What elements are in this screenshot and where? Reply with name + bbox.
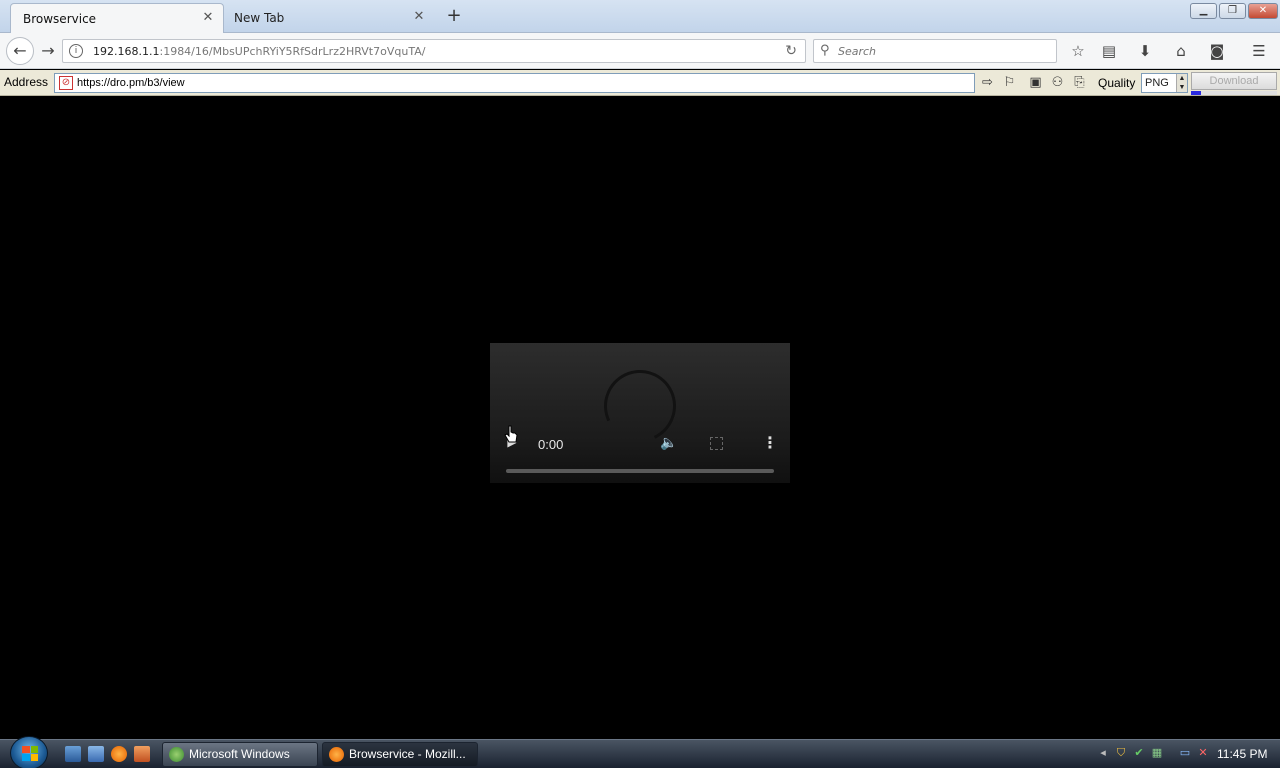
download-progress-fill	[1191, 91, 1202, 95]
network-icon[interactable]: ▦	[1150, 746, 1164, 760]
address-label: Address	[4, 75, 49, 89]
pocket-icon[interactable]: ◙	[1207, 41, 1227, 61]
volume-icon[interactable]: 🔈	[660, 435, 677, 451]
new-tab-button[interactable]: +	[444, 6, 464, 26]
taskbar-button-microsoft-windows[interactable]: Microsoft Windows	[162, 742, 318, 767]
time-display: 0:00	[538, 437, 564, 452]
bookmarks-library-icon[interactable]: ▤	[1099, 41, 1119, 61]
show-desktop-icon[interactable]	[65, 746, 81, 762]
quality-label: Quality	[1098, 76, 1136, 90]
find-binoculars-icon[interactable]: ⚇	[1048, 74, 1067, 92]
close-icon[interactable]: ✕	[201, 11, 215, 25]
tab-label: New Tab	[234, 11, 285, 25]
address-input[interactable]	[77, 75, 957, 91]
close-window-button[interactable]: ✕	[1248, 3, 1278, 19]
firefox-icon	[329, 747, 344, 762]
forward-button[interactable]: →	[38, 40, 58, 62]
download-button[interactable]: Download	[1191, 72, 1277, 90]
system-tray: ◂ ⛉ ✔ ▦ ▭ ✕ 11:45 PM	[1094, 740, 1280, 768]
quality-select[interactable]: PNG ▲ ▼	[1141, 73, 1188, 93]
insecure-icon: ⊘	[59, 76, 73, 90]
bookmark-star-icon[interactable]: ☆	[1068, 41, 1088, 61]
minimize-button[interactable]: ▁	[1190, 3, 1217, 19]
hamburger-menu-icon[interactable]: ☰	[1249, 41, 1269, 61]
download-progress-bar	[1191, 91, 1277, 95]
home-icon[interactable]: ⌂	[1171, 41, 1191, 61]
taskbar-button-label: Microsoft Windows	[189, 747, 290, 761]
windows-logo-icon	[22, 746, 38, 761]
start-button[interactable]	[10, 736, 48, 768]
hand-cursor-icon	[504, 425, 518, 443]
browser-tab-strip: Browservice ✕ New Tab ✕ + ▁ ❐ ✕	[0, 0, 1280, 33]
windows-app-icon	[169, 747, 184, 762]
address-field[interactable]: ⊘	[54, 73, 975, 93]
chevron-left-icon[interactable]: ◂	[1096, 746, 1110, 760]
display-icon[interactable]: ▭	[1178, 746, 1192, 760]
search-icon: ⚲	[820, 43, 830, 58]
url-path: :1984/16/MbsUPchRYiY5RfSdrLrz2HRVt7oVquT…	[159, 44, 426, 58]
video-player[interactable]: ▶ 0:00 🔈 ⋮	[490, 343, 790, 483]
tab-new-tab[interactable]: New Tab ✕	[222, 3, 434, 33]
tab-label: Browservice	[23, 11, 97, 26]
more-options-icon[interactable]: ⋮	[762, 435, 778, 451]
quality-value: PNG	[1145, 77, 1169, 89]
reload-icon[interactable]: ↻	[785, 43, 797, 59]
security-shield-icon[interactable]: ⛉	[1114, 746, 1128, 760]
desktop-screen: Browservice ✕ New Tab ✕ + ▁ ❐ ✕ ← → i 19…	[0, 0, 1280, 768]
fullscreen-icon[interactable]	[710, 437, 723, 450]
url-bar[interactable]: i 192.168.1.1:1984/16/MbsUPchRYiY5RfSdrL…	[62, 39, 806, 63]
navigation-toolbar: ← → i 192.168.1.1:1984/16/MbsUPchRYiY5Rf…	[0, 33, 1280, 69]
firefox-icon[interactable]	[111, 746, 127, 762]
system-clock[interactable]: 11:45 PM	[1217, 747, 1267, 761]
volume-muted-icon[interactable]: ✕	[1196, 746, 1210, 760]
switch-windows-icon[interactable]	[88, 746, 104, 762]
browservice-address-toolbar: Address ⊘ ⇨ ⚐ ▣ ⚇ ⎘ Quality PNG ▲▼ Downl…	[0, 70, 1280, 96]
page-content: ▶ 0:00 🔈 ⋮	[0, 97, 1280, 739]
close-icon[interactable]: ✕	[412, 10, 426, 24]
back-button[interactable]: ←	[6, 37, 34, 65]
taskbar-button-browservice[interactable]: Browservice - Mozill...	[322, 742, 478, 767]
quicklaunch-app-icon[interactable]	[134, 746, 150, 762]
taskbar-button-label: Browservice - Mozill...	[349, 747, 466, 761]
clipboard-icon[interactable]: ⎘	[1070, 74, 1089, 92]
bookmark-icon[interactable]: ⚐	[1000, 74, 1019, 92]
seek-bar[interactable]	[506, 469, 774, 473]
spin-arrows-icon[interactable]: ▲ ▼	[1176, 74, 1187, 92]
search-box[interactable]: ⚲	[813, 39, 1057, 63]
page-icon[interactable]: ▣	[1026, 74, 1045, 92]
restore-button[interactable]: ❐	[1219, 3, 1246, 19]
tab-browservice[interactable]: Browservice ✕	[10, 3, 224, 33]
go-arrow-icon[interactable]: ⇨	[978, 74, 997, 92]
downloads-icon[interactable]: ⬇	[1135, 41, 1155, 61]
windows-taskbar: Microsoft Windows Browservice - Mozill..…	[0, 736, 1280, 768]
search-input[interactable]	[838, 43, 1048, 59]
url-host: 192.168.1.1	[93, 44, 160, 58]
info-icon[interactable]: i	[69, 44, 83, 58]
update-check-icon[interactable]: ✔	[1132, 746, 1146, 760]
